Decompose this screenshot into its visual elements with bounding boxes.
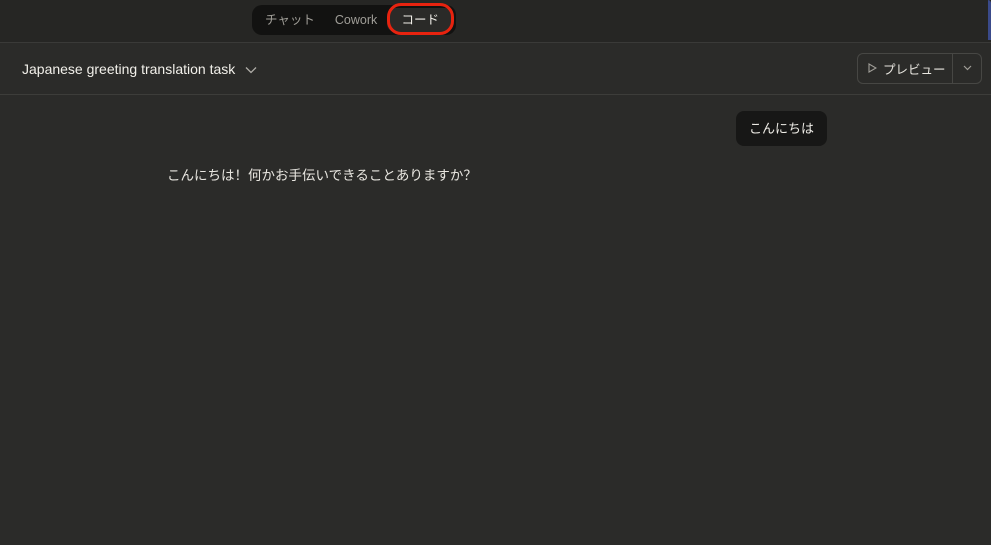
conversation-title-button[interactable]: Japanese greeting translation task	[22, 61, 257, 77]
mode-switcher: チャット Cowork コード	[252, 5, 456, 35]
play-icon	[868, 62, 878, 76]
conversation-header: Japanese greeting translation task プレビュー	[0, 44, 991, 95]
chevron-down-icon	[245, 61, 257, 77]
preview-dropdown-button[interactable]	[953, 54, 981, 83]
preview-button[interactable]: プレビュー	[858, 54, 953, 83]
user-message: こんにちは	[736, 111, 828, 146]
tab-cowork[interactable]: Cowork	[325, 8, 387, 32]
tab-code[interactable]: コード	[387, 8, 453, 32]
tab-chat[interactable]: チャット	[255, 8, 325, 32]
top-bar: チャット Cowork コード	[0, 0, 991, 43]
assistant-message: こんにちは！何かお手伝いできることありますか？	[167, 168, 477, 183]
conversation-title: Japanese greeting translation task	[22, 61, 236, 77]
preview-control: プレビュー	[857, 53, 982, 84]
preview-label: プレビュー	[883, 63, 946, 77]
chevron-down-icon	[963, 63, 972, 74]
